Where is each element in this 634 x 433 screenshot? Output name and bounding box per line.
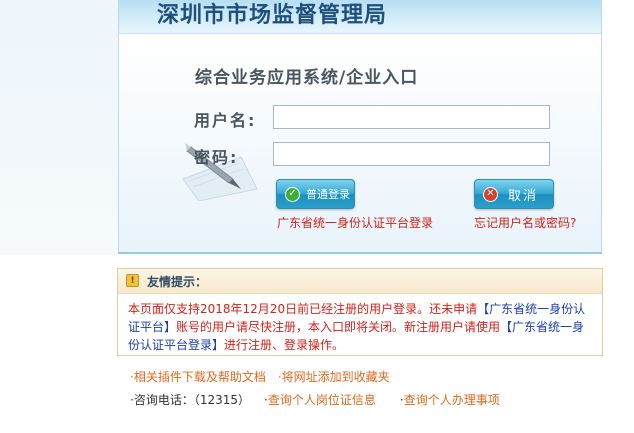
footer-row-2: ·咨询电话：（12315） ·查询个人岗位证信息 ·查询个人办理事项 [130, 391, 500, 408]
cancel-button[interactable]: ✕ 取消 [474, 179, 554, 209]
bookmark-link[interactable]: 将网址添加到收藏夹 [282, 370, 390, 384]
tips-box: ! 友情提示： 本页面仅支持2018年12月20日前已经注册的用户登录。还未申请… [117, 268, 603, 356]
cancel-label: 取消 [508, 188, 539, 204]
login-panel: 深圳市市场监督管理局 综合业务应用系统/企业入口 用户名: 密码: ✓ 普通登录… [118, 0, 602, 254]
login-form-area: 综合业务应用系统/企业入口 用户名: 密码: ✓ 普通登录 ✕ 取消 广东省统一… [119, 34, 601, 252]
tips-header: ! 友情提示： [118, 269, 602, 294]
check-icon: ✓ [285, 186, 300, 202]
password-input[interactable] [273, 142, 550, 166]
tips-text-part-2: 账号的用户请尽快注册，本入口即将关闭。新注册用户请使用 [176, 320, 501, 334]
username-label: 用户名: [194, 111, 257, 130]
gd-unified-login-link[interactable]: 广东省统一身份认证平台登录 [277, 214, 433, 231]
panel-header: 深圳市市场监督管理局 [119, 0, 601, 34]
forgot-credentials-link[interactable]: 忘记用户名或密码? [474, 214, 576, 231]
tips-text: 本页面仅支持2018年12月20日前已经注册的用户登录。还未申请【广东省统一身份… [128, 300, 596, 354]
page-background-left [0, 0, 118, 255]
cancel-x-icon: ✕ [483, 186, 498, 202]
personal-affairs-query-link[interactable]: 查询个人办理事项 [404, 393, 500, 407]
consult-phone: 咨询电话：（12315） [133, 393, 251, 407]
normal-login-label: 普通登录 [306, 188, 350, 201]
bureau-title: 深圳市市场监督管理局 [157, 2, 388, 27]
tips-title: 友情提示： [147, 275, 208, 289]
normal-login-button[interactable]: ✓ 普通登录 [276, 179, 355, 209]
footer-row-1: ·相关插件下载及帮助文档 ·将网址添加到收藏夹 [130, 368, 390, 385]
password-label: 密码: [194, 148, 239, 167]
tips-text-part-3: 进行注册、登录操作。 [224, 338, 345, 352]
tips-text-part-1: 本页面仅支持2018年12月20日前已经注册的用户登录。还未申请 [128, 302, 478, 316]
username-input[interactable] [273, 105, 550, 129]
personal-cert-query-link[interactable]: 查询个人岗位证信息 [268, 393, 376, 407]
notice-icon: ! [126, 274, 139, 287]
system-title: 综合业务应用系统/企业入口 [195, 68, 419, 88]
plugin-help-link[interactable]: 相关插件下载及帮助文档 [134, 370, 266, 384]
